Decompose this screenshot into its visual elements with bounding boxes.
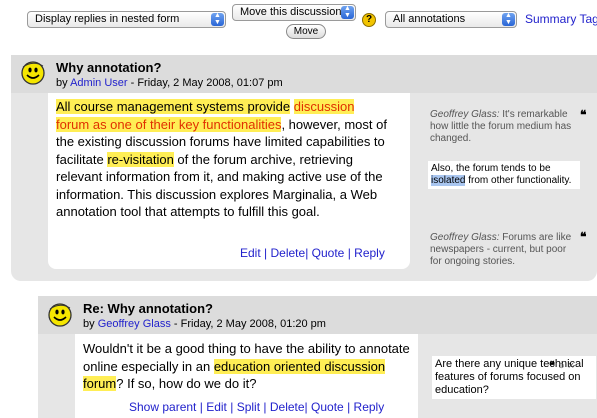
display-mode-value: Display replies in nested form (35, 13, 180, 25)
highlight[interactable]: re-visitation (107, 151, 174, 167)
note-highlight: isolated (431, 175, 466, 186)
summary-link[interactable]: Summary (525, 12, 576, 26)
tags-link[interactable]: Tags (579, 12, 597, 26)
annotations-select[interactable]: All annotations ▲ ▼ (385, 11, 517, 28)
quote-link[interactable]: Quote (312, 246, 345, 260)
annotations-value: All annotations (393, 13, 466, 25)
post-2-title: Re: Why annotation? (83, 301, 213, 316)
move-button[interactable]: Move (286, 24, 326, 39)
quote-icon[interactable]: ❝ (580, 108, 586, 122)
display-mode-select[interactable]: Display replies in nested form ▲ ▼ (27, 11, 226, 28)
select-arrows-icon: ▲ ▼ (341, 5, 354, 19)
note-icons: ❝ ○ × (549, 359, 574, 372)
post-2-date: - Friday, 2 May 2008, 01:20 pm (173, 318, 326, 330)
edit-link[interactable]: Edit (206, 400, 227, 414)
circle-icon[interactable]: ○ (558, 360, 565, 372)
select-arrows-icon: ▲ ▼ (502, 12, 515, 26)
margin-note[interactable]: Geoffrey Glass: It's remarkable how litt… (430, 109, 580, 145)
help-icon[interactable]: ? (362, 13, 376, 27)
delete-link[interactable]: Delete (271, 246, 306, 260)
post-1-text: All course management systems provide di… (56, 99, 387, 219)
quote-link[interactable]: Quote (311, 400, 344, 414)
close-icon[interactable]: × (568, 360, 574, 372)
smiley-avatar-icon (48, 303, 72, 327)
toolbar: Display replies in nested form ▲ ▼ Move t… (0, 0, 597, 44)
post-1-commands: Edit | Delete| Quote | Reply (240, 246, 385, 260)
note-author: Geoffrey Glass: (430, 232, 500, 243)
edit-link[interactable]: Edit (240, 246, 261, 260)
post-1-byline: by Admin User - Friday, 2 May 2008, 01:0… (56, 77, 283, 89)
post-2-text: Wouldn't it be a good thing to have the … (83, 341, 410, 391)
highlight[interactable]: All course management systems provide (56, 99, 291, 114)
top-links: Summary Tags (525, 12, 597, 26)
post-1-author-link[interactable]: Admin User (70, 77, 127, 89)
reply-link[interactable]: Reply (354, 400, 385, 414)
post-1-date: - Friday, 2 May 2008, 01:07 pm (130, 77, 283, 89)
post-1-title: Why annotation? (56, 60, 162, 75)
margin-note-selected[interactable]: Also, the forum tends to be isolated fro… (428, 161, 580, 189)
select-arrows-icon: ▲ ▼ (211, 12, 224, 26)
reply-link[interactable]: Reply (354, 246, 385, 260)
post-2-commands: Show parent | Edit | Split | Delete| Quo… (129, 400, 385, 414)
post-2-author-link[interactable]: Geoffrey Glass (98, 318, 171, 330)
quote-icon[interactable]: ❝ (580, 230, 586, 244)
note-author: Geoffrey Glass: (430, 109, 500, 120)
delete-link[interactable]: Delete (270, 400, 305, 414)
quote-icon[interactable]: ❝ (549, 360, 555, 372)
margin-note[interactable]: Geoffrey Glass: Forums are like newspape… (430, 232, 580, 268)
split-link[interactable]: Split (237, 400, 260, 414)
show-parent-link[interactable]: Show parent (129, 400, 196, 414)
smiley-avatar-icon (21, 61, 45, 85)
move-discussion-value: Move this discussion to ... (240, 6, 356, 18)
move-discussion-select[interactable]: Move this discussion to ... ▲ ▼ (232, 4, 356, 21)
post-2-byline: by Geoffrey Glass - Friday, 2 May 2008, … (83, 318, 326, 330)
